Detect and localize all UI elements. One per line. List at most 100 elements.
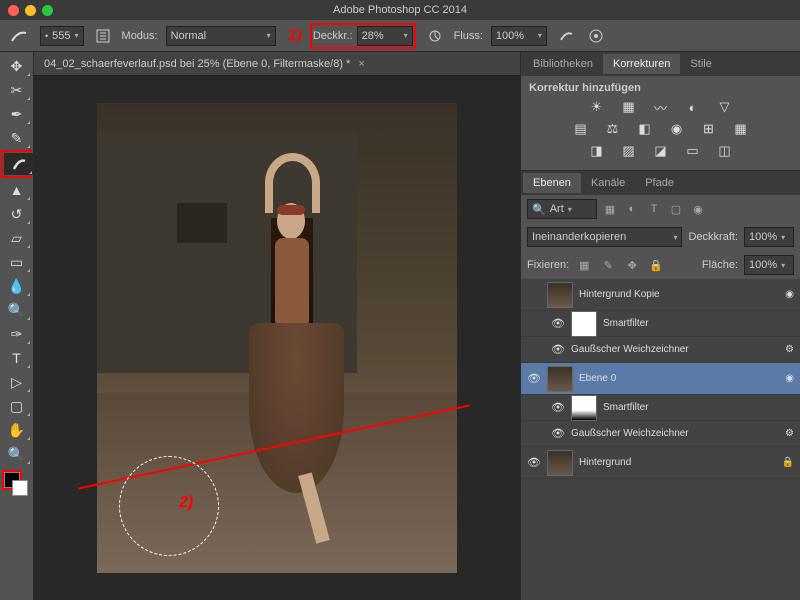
layer-opacity-label: Deckkraft: [688, 231, 738, 243]
layer-opacity-input[interactable]: 100%▾ [744, 227, 794, 247]
channel-mixer-icon[interactable]: ⊞ [698, 120, 720, 138]
stamp-tool[interactable]: ▲ [2, 179, 32, 201]
blend-mode-select[interactable]: Normal ▾ [166, 26, 276, 46]
visibility-toggle[interactable]: 👁 [527, 456, 541, 469]
threshold-icon[interactable]: ◪ [650, 142, 672, 160]
layer-row[interactable]: 👁 Hintergrund 🔒 [521, 447, 800, 479]
right-panels: Bibliotheken Korrekturen Stile Korrektur… [520, 52, 800, 600]
visibility-toggle[interactable]: 👁 [551, 343, 565, 356]
shape-tool[interactable]: ▢ [2, 395, 32, 417]
mask-thumb[interactable] [571, 311, 597, 337]
brush-preview-icon[interactable] [6, 25, 32, 47]
curves-icon[interactable]: 〰 [650, 98, 672, 116]
minimize-window-button[interactable] [25, 5, 36, 16]
layer-row[interactable]: 👁 Gaußscher Weichzeichner ⚙ [521, 421, 800, 447]
lock-paint-icon[interactable]: ✎ [599, 257, 617, 273]
blur-tool[interactable]: 💧 [2, 275, 32, 297]
opacity-input[interactable]: 28% ▾ [357, 26, 413, 46]
eraser-tool[interactable]: ▱ [2, 227, 32, 249]
brightness-icon[interactable]: ☀ [586, 98, 608, 116]
eyedropper-tool[interactable]: ✒ [2, 103, 32, 125]
document-area: 04_02_schaerfeverlauf.psd bei 25% (Ebene… [34, 52, 520, 600]
layer-thumb[interactable] [547, 366, 573, 392]
filter-type-icon[interactable]: T [645, 201, 663, 217]
filter-settings-icon[interactable]: ⚙ [785, 428, 794, 439]
annotation-brush-highlight [1, 150, 32, 178]
filter-smart-icon[interactable]: ◉ [689, 201, 707, 217]
visibility-toggle[interactable]: 👁 [551, 401, 565, 414]
color-swatches[interactable] [0, 470, 33, 500]
fill-label: Fläche: [702, 259, 738, 271]
type-tool[interactable]: T [2, 347, 32, 369]
airbrush-icon[interactable] [555, 25, 577, 47]
close-tab-icon[interactable]: × [358, 58, 364, 70]
filter-adjust-icon[interactable]: ◐ [623, 201, 641, 217]
lock-all-icon[interactable]: 🔒 [647, 257, 665, 273]
crop-tool[interactable]: ✂ [2, 79, 32, 101]
tab-channels[interactable]: Kanäle [581, 173, 635, 193]
tab-styles[interactable]: Stile [680, 54, 721, 74]
layer-thumb[interactable] [547, 450, 573, 476]
canvas[interactable]: 2) [34, 76, 520, 600]
move-tool[interactable]: ✥ [2, 55, 32, 77]
visibility-toggle[interactable]: 👁 [527, 372, 541, 385]
layer-row[interactable]: 👁 Smartfilter [521, 311, 800, 337]
bw-icon[interactable]: ◧ [634, 120, 656, 138]
dodge-tool[interactable]: 🔍 [2, 299, 32, 321]
zoom-tool[interactable]: 🔍 [2, 443, 32, 465]
tab-paths[interactable]: Pfade [635, 173, 684, 193]
filter-shape-icon[interactable]: ▢ [667, 201, 685, 217]
filter-pixel-icon[interactable]: ▦ [601, 201, 619, 217]
lock-move-icon[interactable]: ✥ [623, 257, 641, 273]
opacity-label: Deckkr.: [313, 30, 353, 42]
healing-tool[interactable]: ✎ [2, 127, 32, 149]
mask-thumb[interactable] [571, 395, 597, 421]
layer-row[interactable]: Hintergrund Kopie ◉ [521, 279, 800, 311]
lock-pixels-icon[interactable]: ▦ [575, 257, 593, 273]
document-tab[interactable]: 04_02_schaerfeverlauf.psd bei 25% (Ebene… [34, 52, 520, 76]
tab-adjustments[interactable]: Korrekturen [603, 54, 680, 74]
lut-icon[interactable]: ▦ [730, 120, 752, 138]
hue-icon[interactable]: ▤ [570, 120, 592, 138]
flow-label: Fluss: [454, 30, 483, 42]
flow-input[interactable]: 100% ▾ [491, 26, 547, 46]
pressure-size-icon[interactable] [585, 25, 607, 47]
brush-tool[interactable] [4, 153, 34, 175]
brush-panel-toggle-icon[interactable] [92, 25, 114, 47]
pressure-opacity-icon[interactable] [424, 25, 446, 47]
gradient-map-icon[interactable]: ▭ [682, 142, 704, 160]
layer-thumb[interactable] [547, 282, 573, 308]
balance-icon[interactable]: ⚖ [602, 120, 624, 138]
history-brush-tool[interactable]: ↺ [2, 203, 32, 225]
photo-filter-icon[interactable]: ◉ [666, 120, 688, 138]
layer-filter-kind[interactable]: 🔍Art▾ [527, 199, 597, 219]
adjustments-panel: Korrektur hinzufügen ☀ ▦ 〰 ◐ ▽ ▤ ⚖ ◧ ◉ ⊞… [521, 76, 800, 171]
layer-row[interactable]: 👁 Ebene 0 ◉ [521, 363, 800, 395]
brush-size-value: 555 [52, 30, 70, 42]
vibrance-icon[interactable]: ▽ [714, 98, 736, 116]
tab-layers[interactable]: Ebenen [523, 173, 581, 193]
visibility-toggle[interactable]: 👁 [551, 427, 565, 440]
tab-libraries[interactable]: Bibliotheken [523, 54, 603, 74]
visibility-toggle[interactable]: 👁 [551, 317, 565, 330]
brush-size-picker[interactable]: • 555 ▾ [40, 26, 84, 46]
exposure-icon[interactable]: ◐ [682, 98, 704, 116]
layers-list: Hintergrund Kopie ◉ 👁 Smartfilter 👁 Gauß… [521, 279, 800, 600]
levels-icon[interactable]: ▦ [618, 98, 640, 116]
layer-fill-input[interactable]: 100%▾ [744, 255, 794, 275]
maximize-window-button[interactable] [42, 5, 53, 16]
hand-tool[interactable]: ✋ [2, 419, 32, 441]
gradient-tool[interactable]: ▭ [2, 251, 32, 273]
selective-color-icon[interactable]: ◫ [714, 142, 736, 160]
background-swatch[interactable] [12, 480, 28, 496]
invert-icon[interactable]: ◨ [586, 142, 608, 160]
posterize-icon[interactable]: ▨ [618, 142, 640, 160]
layer-row[interactable]: 👁 Gaußscher Weichzeichner ⚙ [521, 337, 800, 363]
pen-tool[interactable]: ✑ [2, 323, 32, 345]
path-select-tool[interactable]: ▷ [2, 371, 32, 393]
layer-blend-mode[interactable]: Ineinanderkopieren▾ [527, 227, 682, 247]
close-window-button[interactable] [8, 5, 19, 16]
layer-row[interactable]: 👁 Smartfilter [521, 395, 800, 421]
filter-settings-icon[interactable]: ⚙ [785, 344, 794, 355]
layer-blend-row: Ineinanderkopieren▾ Deckkraft: 100%▾ [521, 223, 800, 251]
